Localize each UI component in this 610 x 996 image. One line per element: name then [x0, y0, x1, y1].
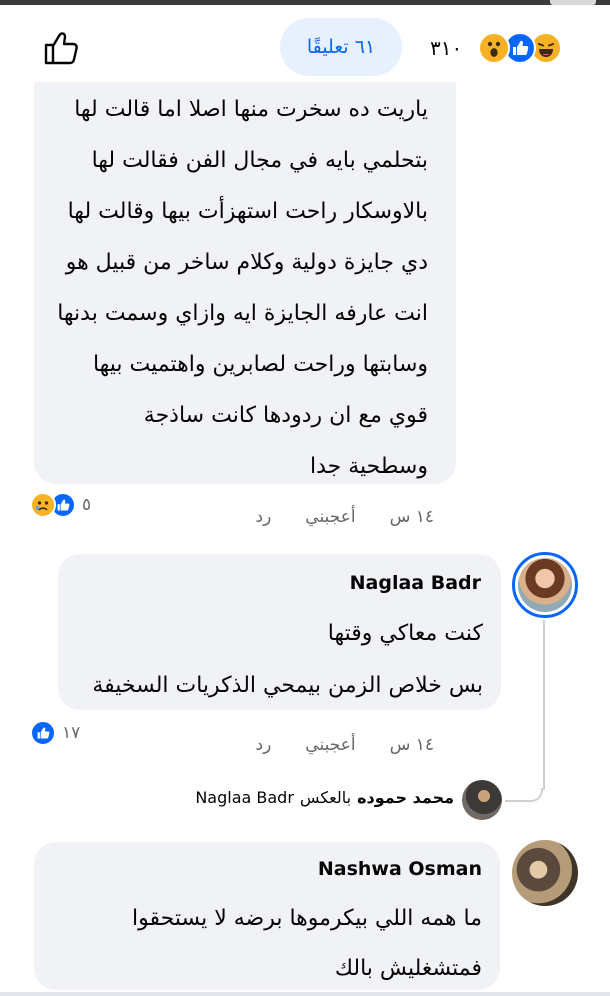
avatar[interactable] [512, 552, 578, 618]
status-bar-tab [550, 0, 596, 5]
comment-reaction-count: ١٧ [62, 723, 81, 743]
reply-link[interactable]: رد [256, 507, 272, 527]
reply-text: بالعكس [299, 788, 352, 807]
status-bar-strip [0, 0, 610, 5]
sad-icon [30, 492, 56, 518]
comment-bubble: Nashwa Osman ما همه اللي بيكرموها برضه ل… [34, 842, 500, 990]
like-icon[interactable] [42, 30, 80, 66]
comment-bubble: ياريت ده سخرت منها اصلا اما قالت لها بتح… [34, 82, 456, 484]
comment-text: ياريت ده سخرت منها اصلا اما قالت لها بتح… [57, 97, 428, 479]
comment-reactions[interactable]: ٥ [30, 492, 91, 518]
comment-author[interactable]: Naglaa Badr [350, 572, 481, 594]
reply-mention: Naglaa Badr [195, 788, 294, 807]
comment-time[interactable]: ١٤ س [390, 735, 434, 755]
divider [0, 992, 610, 996]
comments-count-button[interactable]: ٦١ تعليقًا [280, 18, 402, 76]
avatar[interactable] [512, 840, 578, 906]
comment-reaction-count: ٥ [82, 495, 92, 515]
comment-reactions[interactable]: ١٧ [30, 720, 80, 746]
comment-time[interactable]: ١٤ س [390, 507, 434, 527]
thread-connector-curve [505, 788, 543, 802]
wow-icon [478, 32, 510, 64]
comment-author[interactable]: Nashwa Osman [318, 858, 482, 880]
thread-connector [543, 620, 545, 790]
comment-text: كنت معاكي وقتها بس خلاص الزمن بيمحي الذك… [92, 621, 483, 698]
reply-author: محمد حموده [357, 788, 454, 807]
reply-preview[interactable]: محمد حموده بالعكس Naglaa Badr [195, 788, 454, 807]
like-icon [30, 720, 56, 746]
comment-bubble: Naglaa Badr كنت معاكي وقتها بس خلاص الزم… [58, 554, 501, 710]
reaction-icons[interactable] [478, 32, 564, 64]
like-link[interactable]: أعجبني [305, 735, 355, 755]
reaction-count[interactable]: ٣١٠ [430, 36, 462, 60]
reply-link[interactable]: رد [256, 735, 272, 755]
comment-text: ما همه اللي بيكرموها برضه لا يستحقوا فمت… [132, 906, 482, 981]
comment-actions: ١٤ س أعجبني رد [222, 502, 434, 532]
comment-actions: ١٤ س أعجبني رد [222, 730, 434, 760]
like-link[interactable]: أعجبني [305, 507, 355, 527]
avatar[interactable] [462, 780, 502, 820]
post-stats-bar: ٦١ تعليقًا ٣١٠ [0, 12, 610, 82]
